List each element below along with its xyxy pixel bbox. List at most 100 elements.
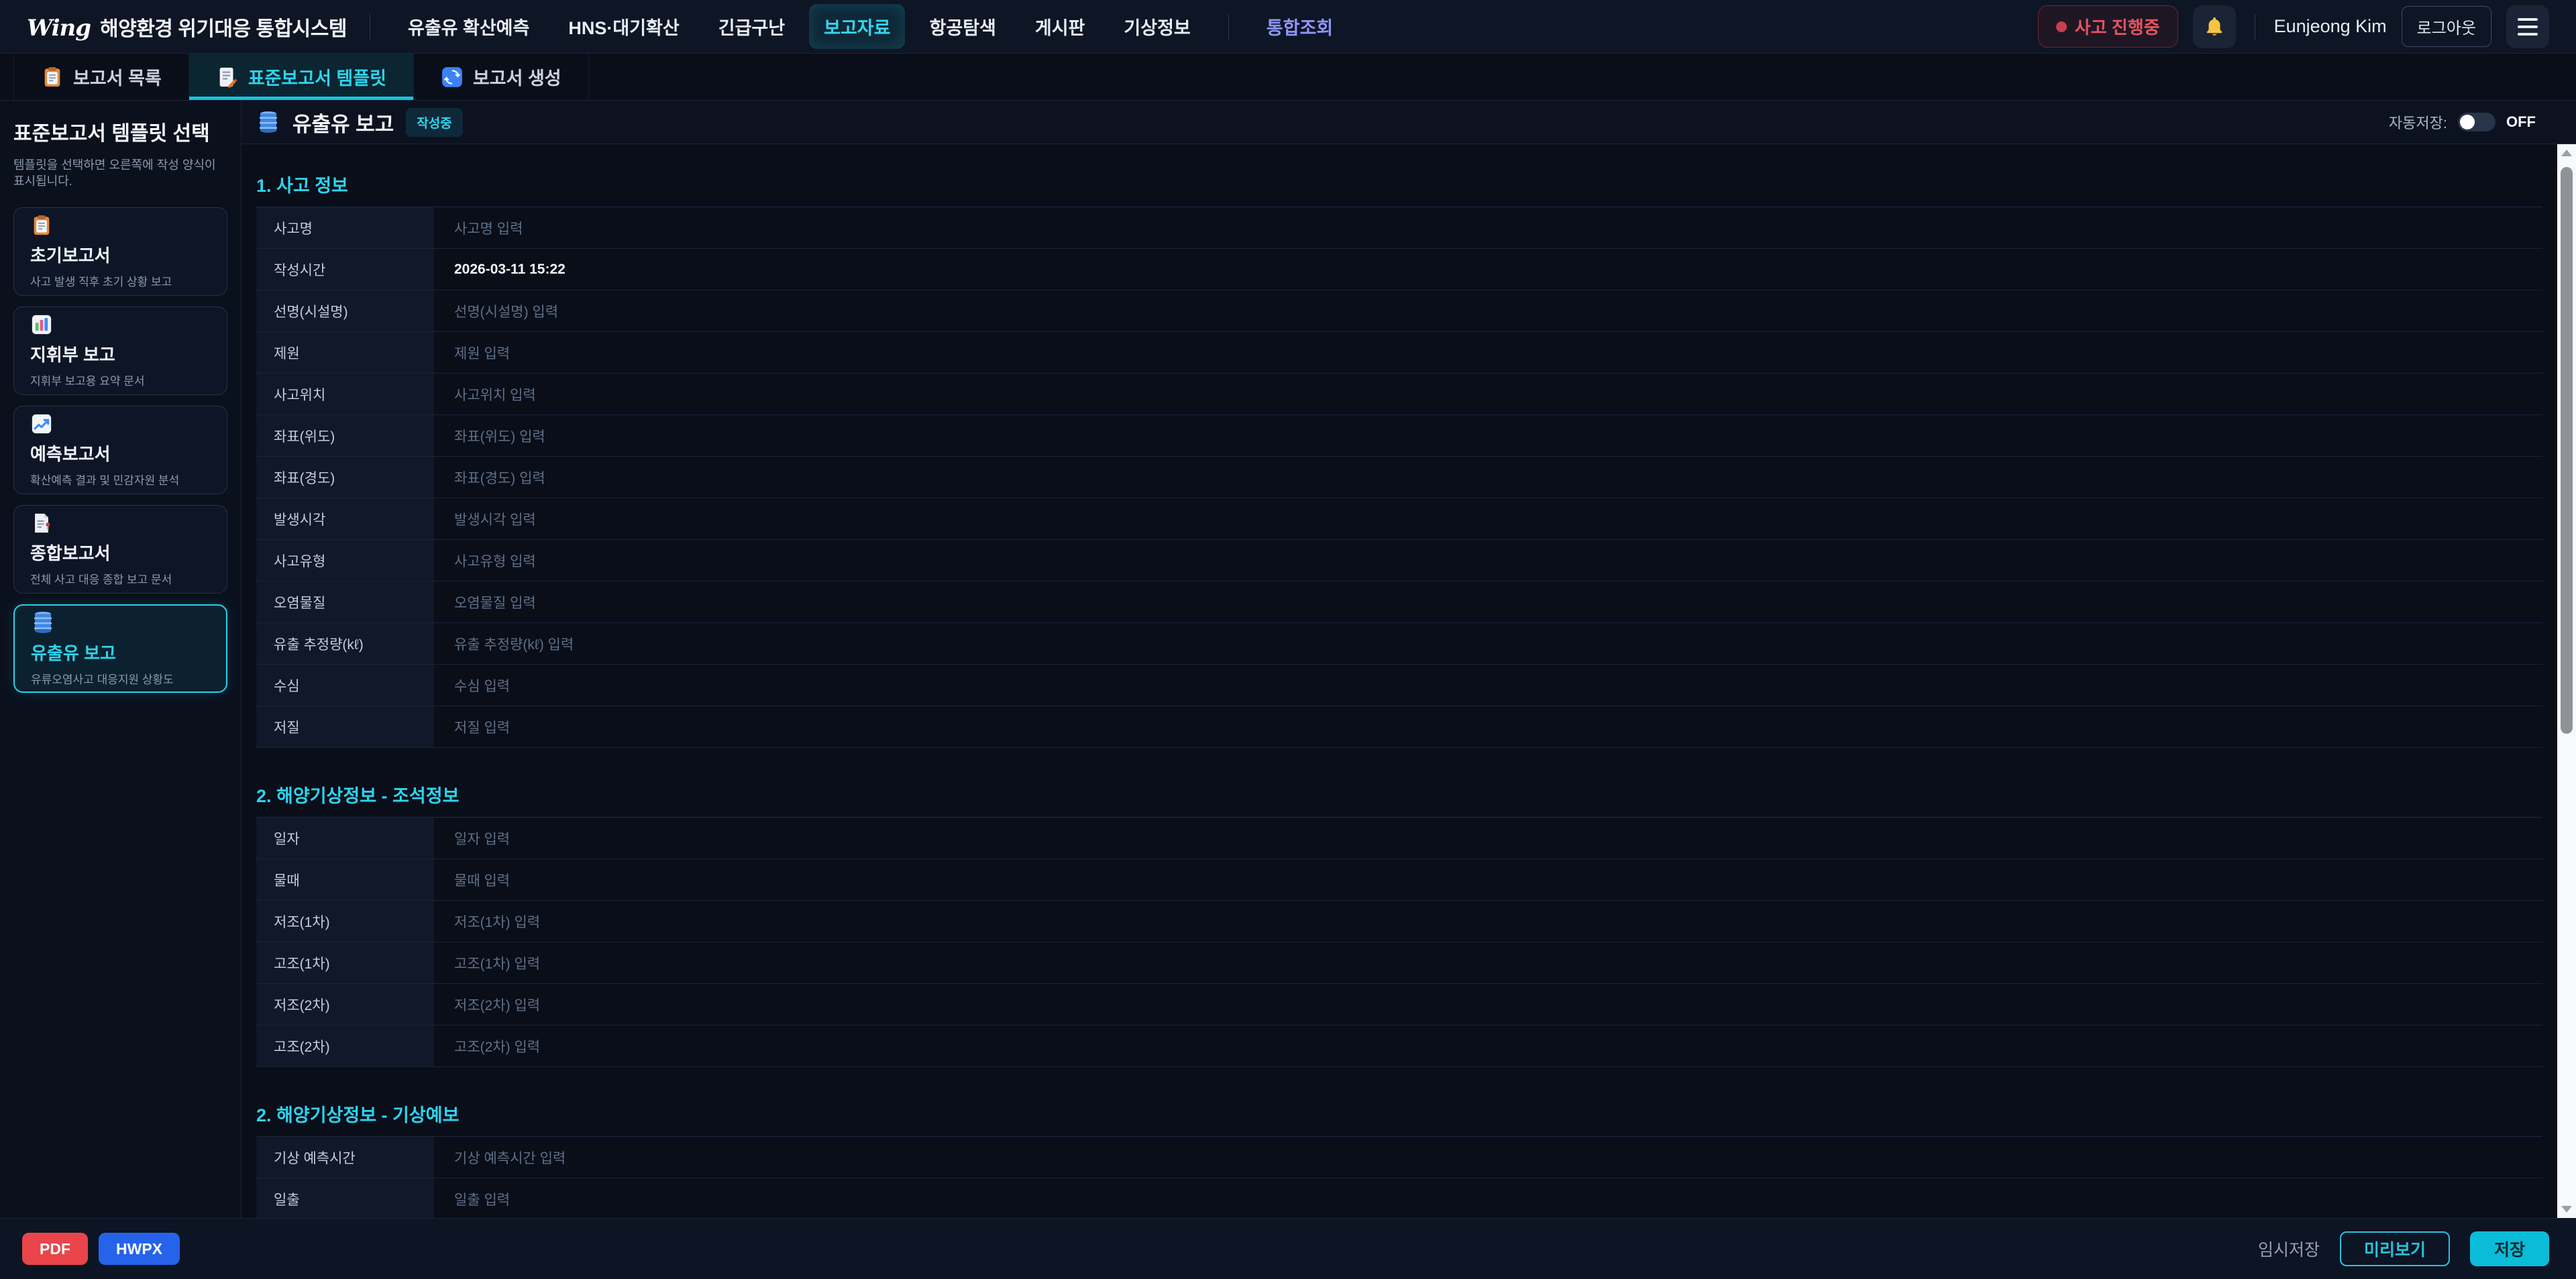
oil-drum-icon bbox=[256, 110, 280, 134]
action-footer: PDF HWPX 임시저장 미리보기 저장 bbox=[0, 1218, 2576, 1279]
table-row: 발생시각발생시각 입력 bbox=[256, 498, 2542, 540]
section-heading-2: 2. 해양기상정보 - 기상예보 bbox=[256, 1101, 2542, 1127]
scrollbar-down-arrow[interactable] bbox=[2557, 1201, 2576, 1218]
logout-button[interactable]: 로그아웃 bbox=[2402, 6, 2491, 47]
field-input[interactable]: 좌표(위도) 입력 bbox=[434, 415, 2542, 456]
document-icon bbox=[30, 512, 53, 535]
field-label: 오염물질 bbox=[256, 581, 434, 622]
temp-save-button[interactable]: 임시저장 bbox=[2258, 1237, 2320, 1261]
workspace: 표준보고서 템플릿 선택 템플릿을 선택하면 오른쪽에 작성 양식이 표시됩니다… bbox=[0, 101, 2576, 1218]
tab-2[interactable]: 보고서 생성 bbox=[414, 54, 589, 100]
template-card-icon-wrap bbox=[30, 512, 211, 535]
field-label: 일출 bbox=[256, 1178, 434, 1218]
table-row: 수심수심 입력 bbox=[256, 665, 2542, 706]
field-input[interactable]: 일출 입력 bbox=[434, 1178, 2542, 1218]
form-table-2: 기상 예측시간기상 예측시간 입력일출일출 입력일몰일몰 입력 bbox=[256, 1136, 2542, 1218]
table-row: 사고유형사고유형 입력 bbox=[256, 540, 2542, 581]
table-row: 선명(시설명)선명(시설명) 입력 bbox=[256, 290, 2542, 332]
field-label: 저조(1차) bbox=[256, 901, 434, 942]
field-input[interactable]: 고조(1차) 입력 bbox=[434, 942, 2542, 983]
field-input[interactable]: 사고유형 입력 bbox=[434, 540, 2542, 581]
bar-chart-icon bbox=[30, 313, 53, 336]
field-input[interactable]: 저조(1차) 입력 bbox=[434, 901, 2542, 942]
field-label: 발생시각 bbox=[256, 498, 434, 539]
field-input[interactable]: 일자 입력 bbox=[434, 818, 2542, 858]
template-card-1[interactable]: 지휘부 보고지휘부 보고용 요약 문서 bbox=[13, 307, 227, 395]
field-input[interactable]: 기상 예측시간 입력 bbox=[434, 1137, 2542, 1178]
field-label: 수심 bbox=[256, 665, 434, 706]
field-input[interactable]: 선명(시설명) 입력 bbox=[434, 290, 2542, 331]
field-input[interactable]: 발생시각 입력 bbox=[434, 498, 2542, 539]
field-label: 사고유형 bbox=[256, 540, 434, 581]
preview-button[interactable]: 미리보기 bbox=[2340, 1231, 2450, 1266]
table-row: 고조(2차)고조(2차) 입력 bbox=[256, 1025, 2542, 1067]
field-label: 저조(2차) bbox=[256, 984, 434, 1025]
template-card-title: 종합보고서 bbox=[30, 540, 211, 565]
nav-item-6[interactable]: 기상정보 bbox=[1109, 4, 1205, 49]
nav-item-0[interactable]: 유출유 확산예측 bbox=[393, 4, 544, 49]
oil-drum-icon bbox=[31, 610, 55, 634]
field-input[interactable]: 사고명 입력 bbox=[434, 207, 2542, 248]
footer-actions: 임시저장 미리보기 저장 bbox=[2258, 1231, 2549, 1266]
template-sidebar: 표준보고서 템플릿 선택 템플릿을 선택하면 오른쪽에 작성 양식이 표시됩니다… bbox=[0, 101, 241, 1218]
nav-item-integrated-search[interactable]: 통합조회 bbox=[1252, 4, 1348, 49]
nav-item-2[interactable]: 긴급구난 bbox=[704, 4, 800, 49]
vertical-scrollbar[interactable] bbox=[2557, 144, 2576, 1218]
template-card-2[interactable]: 예측보고서확산예측 결과 및 민감자원 분석 bbox=[13, 406, 227, 494]
field-input[interactable]: 유출 추정량(kℓ) 입력 bbox=[434, 623, 2542, 664]
table-row: 작성시간2026-03-11 15:22 bbox=[256, 249, 2542, 290]
template-card-desc: 전체 사고 대응 종합 보고 문서 bbox=[30, 570, 211, 587]
template-card-4[interactable]: 유출유 보고유류오염사고 대응지원 상황도 bbox=[13, 604, 227, 693]
report-tab-bar: 보고서 목록 표준보고서 템플릿보고서 생성 bbox=[0, 54, 2576, 101]
field-label: 좌표(위도) bbox=[256, 415, 434, 456]
template-card-icon-wrap bbox=[31, 610, 210, 634]
scrollbar-thumb[interactable] bbox=[2561, 167, 2573, 734]
divider bbox=[1228, 14, 1229, 40]
template-card-list: 초기보고서사고 발생 직후 초기 상황 보고지휘부 보고지휘부 보고용 요약 문… bbox=[13, 207, 227, 693]
export-hwpx-button[interactable]: HWPX bbox=[99, 1233, 180, 1265]
field-input[interactable]: 수심 입력 bbox=[434, 665, 2542, 706]
field-input[interactable]: 좌표(경도) 입력 bbox=[434, 457, 2542, 498]
table-row: 제원제원 입력 bbox=[256, 332, 2542, 374]
field-label: 선명(시설명) bbox=[256, 290, 434, 331]
incident-status-badge: 사고 진행중 bbox=[2038, 5, 2178, 48]
nav-item-3[interactable]: 보고자료 bbox=[809, 4, 905, 49]
menu-button[interactable] bbox=[2506, 5, 2549, 48]
tab-1[interactable]: 표준보고서 템플릿 bbox=[189, 54, 414, 100]
table-row: 물때물때 입력 bbox=[256, 859, 2542, 901]
field-input[interactable]: 제원 입력 bbox=[434, 332, 2542, 373]
template-card-3[interactable]: 종합보고서전체 사고 대응 종합 보고 문서 bbox=[13, 505, 227, 594]
nav-item-1[interactable]: HNS·대기확산 bbox=[553, 4, 694, 49]
template-card-icon-wrap bbox=[30, 214, 211, 237]
autosave-toggle[interactable] bbox=[2458, 113, 2496, 131]
tab-label: 보고서 목록 bbox=[73, 64, 162, 90]
table-row: 저조(1차)저조(1차) 입력 bbox=[256, 901, 2542, 942]
template-card-0[interactable]: 초기보고서사고 발생 직후 초기 상황 보고 bbox=[13, 207, 227, 296]
field-label: 물때 bbox=[256, 859, 434, 900]
app-title: 해양환경 위기대응 통합시스템 bbox=[100, 12, 347, 42]
field-input[interactable]: 고조(2차) 입력 bbox=[434, 1025, 2542, 1066]
sidebar-title: 표준보고서 템플릿 선택 bbox=[13, 117, 227, 146]
tab-0[interactable]: 보고서 목록 bbox=[13, 54, 189, 100]
table-row: 일출일출 입력 bbox=[256, 1178, 2542, 1218]
field-input[interactable]: 2026-03-11 15:22 bbox=[434, 249, 2542, 290]
scrollbar-up-arrow[interactable] bbox=[2557, 144, 2576, 162]
export-pdf-button[interactable]: PDF bbox=[22, 1233, 88, 1265]
field-input[interactable]: 저질 입력 bbox=[434, 706, 2542, 747]
nav-item-5[interactable]: 게시판 bbox=[1020, 4, 1100, 49]
field-label: 일자 bbox=[256, 818, 434, 858]
notifications-button[interactable] bbox=[2193, 5, 2236, 48]
refresh-icon bbox=[441, 66, 464, 89]
field-input[interactable]: 저조(2차) 입력 bbox=[434, 984, 2542, 1025]
field-label: 기상 예측시간 bbox=[256, 1137, 434, 1178]
section-heading-1: 2. 해양기상정보 - 조석정보 bbox=[256, 781, 2542, 808]
nav-item-4[interactable]: 항공탐색 bbox=[914, 4, 1010, 49]
field-label: 좌표(경도) bbox=[256, 457, 434, 498]
save-button[interactable]: 저장 bbox=[2470, 1231, 2549, 1266]
field-input[interactable]: 오염물질 입력 bbox=[434, 581, 2542, 622]
table-row: 유출 추정량(kℓ)유출 추정량(kℓ) 입력 bbox=[256, 623, 2542, 665]
field-label: 사고명 bbox=[256, 207, 434, 248]
field-label: 사고위치 bbox=[256, 374, 434, 414]
field-input[interactable]: 사고위치 입력 bbox=[434, 374, 2542, 414]
field-input[interactable]: 물때 입력 bbox=[434, 859, 2542, 900]
